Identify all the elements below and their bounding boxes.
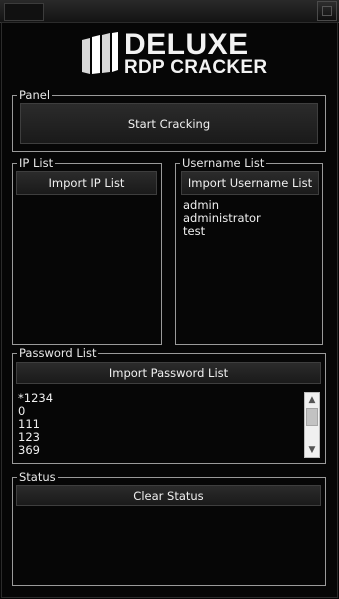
app-window: DELUXE RDP CRACKER Panel Start Cracking …: [0, 0, 339, 599]
scroll-thumb[interactable]: [306, 408, 318, 426]
list-item[interactable]: *1234: [18, 392, 298, 405]
status-log-box[interactable]: [18, 510, 318, 580]
start-cracking-button[interactable]: Start Cracking: [20, 103, 318, 144]
panel-legend: Panel: [19, 88, 51, 102]
status-legend: Status: [19, 470, 56, 484]
list-item[interactable]: 123: [18, 431, 298, 444]
import-password-list-button[interactable]: Import Password List: [16, 362, 321, 384]
username-list-legend: Username List: [182, 156, 265, 170]
password-list-legend: Password List: [19, 346, 97, 360]
list-item[interactable]: 111: [18, 418, 298, 431]
scroll-down-icon[interactable]: ▼: [305, 443, 319, 457]
ip-list-box[interactable]: [18, 199, 156, 339]
list-item[interactable]: 369: [18, 444, 298, 457]
logo-title: DELUXE: [124, 28, 249, 61]
import-username-list-button[interactable]: Import Username List: [181, 171, 319, 195]
scroll-up-icon[interactable]: ▲: [305, 393, 319, 407]
window-control-button[interactable]: [317, 1, 337, 21]
list-item[interactable]: 0: [18, 405, 298, 418]
ip-list-legend: IP List: [19, 156, 54, 170]
import-ip-list-button[interactable]: Import IP List: [16, 171, 157, 195]
logo-subtitle: RDP CRACKER: [124, 57, 268, 78]
title-bar[interactable]: [0, 0, 339, 23]
password-list-scrollbar[interactable]: ▲ ▼: [304, 392, 320, 458]
clear-status-button[interactable]: Clear Status: [16, 485, 321, 506]
list-item[interactable]: test: [183, 225, 317, 238]
logo-mark-icon: [82, 32, 118, 74]
app-logo: DELUXE RDP CRACKER: [80, 30, 285, 78]
window-menu-button[interactable]: [4, 3, 44, 21]
password-list-box[interactable]: *1234 0 111 123 369: [18, 392, 298, 458]
username-list-box[interactable]: admin administrator test: [183, 199, 317, 339]
